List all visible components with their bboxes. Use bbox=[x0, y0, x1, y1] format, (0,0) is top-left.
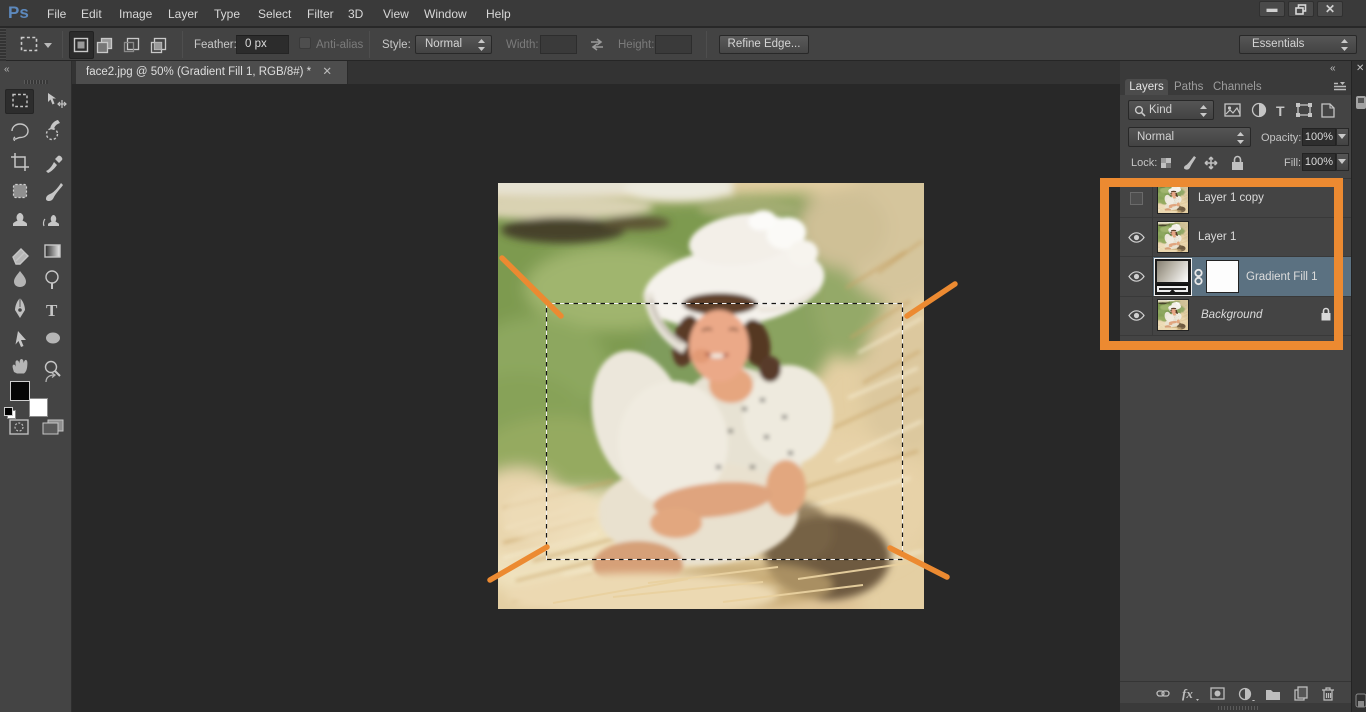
svg-text:T: T bbox=[46, 301, 58, 320]
svg-text:T: T bbox=[1276, 103, 1285, 119]
svg-text:fx: fx bbox=[1182, 686, 1193, 701]
